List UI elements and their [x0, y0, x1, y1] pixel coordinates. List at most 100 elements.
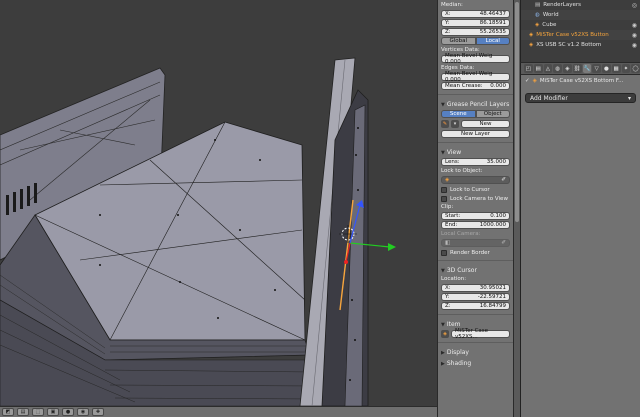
median-z-field[interactable]: Z: 55.26535 [441, 28, 510, 36]
scrollbar-thumb[interactable] [515, 2, 519, 222]
gp-new-row: ✎ ▾ New [441, 119, 510, 129]
shelf-scrollbar[interactable] [513, 0, 520, 417]
outliner-item-xs-usb[interactable]: ◈ XS USB SC v1.2 Bottom ◉ [521, 40, 640, 50]
mode-button[interactable]: ▣ [47, 408, 59, 416]
properties-editor: ◰ ▤ ◬ ◍ ◈ ⛓ 🔧 ▽ ● ▦ ✦ ◯ ✓ ◈ MiSTer Case … [520, 62, 640, 417]
texture-tab-icon[interactable]: ▦ [611, 64, 621, 73]
eye-icon[interactable]: ◉ [632, 22, 637, 29]
divider [438, 314, 513, 315]
divider [438, 260, 513, 261]
eyedropper-icon: ✐ [501, 240, 506, 246]
view-header[interactable]: ▼ View [441, 148, 510, 157]
3d-cursor-header[interactable]: ▼ 3D Cursor [441, 266, 510, 275]
lens-field[interactable]: Lens: 35.000 [441, 158, 510, 166]
add-modifier-dropdown[interactable]: Add Modifier ▾ [525, 93, 636, 103]
layers-tab-icon[interactable]: ▤ [533, 64, 543, 73]
expand-icon: ▼ [441, 267, 445, 274]
outliner-item-world[interactable]: ◍ World [521, 10, 640, 20]
display-header[interactable]: ▶ Display [441, 348, 510, 357]
render-border-checkbox[interactable]: Render Border [441, 248, 510, 257]
gp-new-button[interactable]: New [461, 120, 510, 128]
pivot-button[interactable]: ◉ [77, 408, 89, 416]
outliner-item-render-layers[interactable]: ▤ RenderLayers ◎ [521, 0, 640, 10]
cursor-x-field[interactable]: X: 30.95021 [441, 284, 510, 292]
clip-end-field[interactable]: End: 1000.000 [441, 221, 510, 229]
grease-pencil-tabs: Scene Object [441, 110, 510, 118]
material-tab-icon[interactable]: ● [602, 64, 611, 73]
camera-icon[interactable]: ◎ [632, 2, 637, 9]
datablock-icon[interactable]: ▾ [451, 120, 459, 128]
mesh-icon: ◈ [535, 22, 540, 28]
item-section: ▼ Item ◈ MiSTer Case v52XS... [438, 317, 513, 340]
camera-icon: ◧ [445, 240, 451, 246]
mean-crease-field[interactable]: Mean Crease: 0.000 [441, 82, 510, 90]
3d-cursor-section: ▼ 3D Cursor Location: X: 30.95021 Y: -22.59… [438, 263, 513, 312]
divider [438, 342, 513, 343]
properties-tabs: ◰ ▤ ◬ ◍ ◈ ⛓ 🔧 ▽ ● ▦ ✦ ◯ [521, 63, 640, 75]
eyedropper-icon[interactable]: ✐ [501, 177, 506, 183]
tab-global[interactable]: Global [441, 37, 476, 45]
mean-bevel-weight-vertex-field[interactable]: Mean Bevel Weig 0.000 [441, 53, 510, 65]
lock-to-object-label: Lock to Object: [441, 168, 483, 174]
lock-to-cursor-checkbox[interactable]: Lock to Cursor [441, 185, 510, 194]
divider [438, 142, 513, 143]
particles-tab-icon[interactable]: ✦ [621, 64, 631, 73]
select-menu-button[interactable]: ⬚ [32, 408, 44, 416]
mean-bevel-weight-edge-field[interactable]: Mean Bevel Weig 0.000 [441, 71, 510, 83]
object-icon: ◈ [441, 330, 449, 338]
eye-icon[interactable]: ◉ [632, 32, 637, 39]
chevron-down-icon: ▾ [627, 94, 631, 102]
checkbox-box [441, 195, 447, 202]
viewport-mesh-canvas [0, 57, 396, 406]
outliner-item-cube[interactable]: ◈ Cube ◉ [521, 20, 640, 30]
item-name-field[interactable]: MiSTer Case v52XS... [451, 328, 510, 340]
mesh-icon: ◈ [529, 32, 534, 38]
grease-pencil-header[interactable]: ▼ Grease Pencil Layers [441, 100, 510, 109]
shading-header[interactable]: ▶ Shading [441, 359, 510, 368]
3d-viewport[interactable] [0, 0, 437, 406]
constraints-tab-icon[interactable]: ⛓ [572, 64, 582, 73]
scene-tab-icon[interactable]: ◬ [543, 64, 553, 73]
median-label: Median: [441, 2, 463, 8]
lock-camera-checkbox[interactable]: Lock Camera to View [441, 194, 510, 203]
checkbox-box [441, 186, 447, 193]
eye-icon[interactable]: ◉ [632, 42, 637, 49]
modifiers-tab-icon[interactable]: 🔧 [582, 64, 592, 73]
coord-space-tabs: Global Local [441, 37, 510, 45]
checkbox-box [441, 249, 447, 256]
clip-label: Clip: [441, 204, 454, 210]
physics-tab-icon[interactable]: ◯ [631, 64, 640, 73]
shading-button[interactable]: ● [62, 408, 74, 416]
render-tab-icon[interactable]: ◰ [524, 64, 533, 73]
cursor-y-field[interactable]: Y: -22.59721 [441, 293, 510, 301]
properties-breadcrumb: ✓ ◈ MiSTer Case v52XS Bottom F... [525, 78, 624, 84]
object-tab-icon[interactable]: ◈ [563, 64, 572, 73]
collapsed-icon: ▶ [441, 349, 445, 356]
viewport-header: ◩ ▤ ⬚ ▣ ● ◉ ✚ [0, 406, 437, 417]
view-menu-button[interactable]: ▤ [17, 408, 29, 416]
lock-object-field[interactable]: ◈ ✐ [441, 176, 510, 184]
data-tab-icon[interactable]: ▽ [592, 64, 601, 73]
lock-object-row: ◈ ✐ [441, 175, 510, 185]
manipulator-button[interactable]: ✚ [92, 408, 104, 416]
outliner: ▤ RenderLayers ◎ ◍ World ◈ Cube ◉ ◈ MiSTer Cas… [520, 0, 640, 62]
item-name-row: ◈ MiSTer Case v52XS... [441, 328, 510, 340]
world-tab-icon[interactable]: ◍ [553, 64, 562, 73]
tab-object[interactable]: Object [475, 110, 510, 118]
cursor-z-field[interactable]: Z: 16.84799 [441, 302, 510, 310]
world-icon: ◍ [535, 12, 540, 18]
editor-type-button[interactable]: ◩ [2, 408, 14, 416]
object-icon: ◈ [532, 78, 537, 84]
outliner-item-mister-case[interactable]: ◈ MiSTer Case v52XS Button ◉ [521, 30, 640, 40]
expand-icon: ▼ [441, 149, 445, 156]
tab-scene[interactable]: Scene [441, 110, 476, 118]
location-label: Location: [441, 276, 467, 282]
median-x-field[interactable]: X: 48.46437 [441, 10, 510, 18]
gp-new-layer-button[interactable]: New Layer [441, 130, 510, 138]
pin-icon[interactable]: ✓ [525, 78, 530, 84]
tab-local[interactable]: Local [475, 37, 510, 45]
clip-start-field[interactable]: Start: 0.100 [441, 212, 510, 220]
median-y-field[interactable]: Y: 86.18591 [441, 19, 510, 27]
render-layers-icon: ▤ [535, 2, 541, 8]
local-camera-field[interactable]: ◧ ✐ [441, 239, 510, 247]
